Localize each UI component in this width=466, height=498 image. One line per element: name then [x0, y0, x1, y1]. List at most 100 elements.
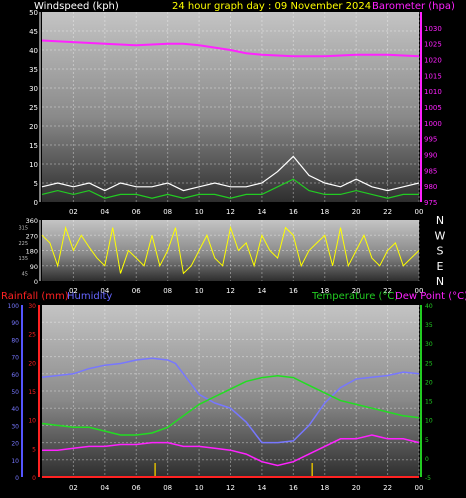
x-tick-label: 18 — [320, 484, 329, 492]
y-tick-label-direction: 360 — [26, 217, 38, 225]
dewpoint-label: Dew Point (°C) — [395, 291, 466, 302]
y-tick-label-direction: 180 — [26, 248, 38, 256]
x-tick-label: 10 — [195, 287, 204, 295]
compass-label: S — [437, 245, 444, 258]
y-tick-label-humidity: 0 — [15, 475, 19, 482]
x-tick-label: 16 — [289, 484, 298, 492]
y-tick-label-barometer: 1010 — [424, 88, 442, 96]
x-tick-label: 00 — [415, 208, 424, 216]
y-tick-label-direction-minor: 225 — [18, 241, 28, 247]
x-tick-label: 10 — [195, 208, 204, 216]
y-tick-label-direction: 270 — [26, 232, 38, 240]
x-tick-label: 08 — [163, 208, 172, 216]
y-tick-label-wind: 25 — [29, 104, 38, 112]
y-tick-label-humidity: 20 — [11, 441, 19, 448]
barometer-label: Barometer (hpa) — [372, 1, 455, 12]
y-tick-label-wind: 40 — [29, 47, 38, 55]
x-tick-label: 22 — [383, 484, 392, 492]
windspeed-label: Windspeed (kph) — [34, 1, 119, 12]
y-tick-label-direction-minor: 315 — [18, 226, 28, 232]
y-tick-label-rainfall: 15 — [28, 389, 36, 396]
y-tick-label-temperature: 35 — [425, 322, 433, 329]
x-tick-label: 06 — [132, 484, 141, 492]
y-tick-label-humidity: 100 — [8, 303, 20, 310]
compass-label: N — [436, 214, 444, 227]
y-tick-label-barometer: 980 — [424, 183, 437, 191]
y-tick-label-humidity: 80 — [11, 337, 19, 344]
y-tick-label-wind: 5 — [34, 180, 38, 188]
y-tick-label-barometer: 1015 — [424, 72, 442, 80]
x-tick-label: 08 — [163, 287, 172, 295]
y-tick-label-temperature: 15 — [425, 399, 433, 406]
y-tick-label-barometer: 1020 — [424, 57, 442, 65]
y-tick-label-barometer: 1000 — [424, 120, 442, 128]
y-tick-label-temperature: 5 — [425, 437, 429, 444]
y-tick-label-temperature: -5 — [425, 475, 431, 482]
x-tick-label: 14 — [257, 484, 266, 492]
y-tick-label-humidity: 30 — [11, 423, 19, 430]
compass-label: W — [435, 229, 446, 242]
x-tick-label: 02 — [69, 208, 78, 216]
y-tick-label-temperature: 40 — [425, 303, 433, 310]
y-tick-label-barometer: 990 — [424, 152, 437, 160]
weather-graph: Windspeed (kph) 24 hour graph day : 09 N… — [1, 1, 466, 492]
y-tick-label-barometer: 985 — [424, 167, 437, 175]
y-tick-label-rainfall: 5 — [32, 446, 36, 453]
x-tick-label: 12 — [226, 287, 235, 295]
y-tick-label-humidity: 10 — [11, 458, 19, 465]
x-tick-label: 08 — [163, 484, 172, 492]
y-tick-label-humidity: 60 — [11, 372, 19, 379]
chart-title: 24 hour graph day : 09 November 2024 — [172, 1, 371, 12]
compass-label: N — [436, 275, 444, 288]
x-tick-label: 12 — [226, 208, 235, 216]
y-tick-label-direction: 0 — [34, 278, 38, 286]
x-tick-label: 10 — [195, 484, 204, 492]
y-tick-label-wind: 10 — [29, 161, 38, 169]
y-tick-label-rainfall: 30 — [28, 303, 36, 310]
x-tick-label: 14 — [257, 287, 266, 295]
y-tick-label-humidity: 70 — [11, 355, 19, 362]
y-tick-label-humidity: 50 — [11, 389, 19, 396]
y-tick-label-rainfall: 20 — [28, 360, 36, 367]
x-tick-label: 20 — [352, 208, 361, 216]
y-tick-label-wind: 50 — [29, 9, 38, 17]
x-tick-label: 00 — [415, 484, 424, 492]
y-tick-label-wind: 20 — [29, 123, 38, 131]
y-tick-label-rainfall: 10 — [28, 418, 36, 425]
y-tick-label-barometer: 1030 — [424, 25, 442, 33]
y-tick-label-wind: 0 — [34, 199, 38, 207]
temperature-label: Temperature (°C) — [311, 291, 398, 302]
x-tick-label: 18 — [320, 208, 329, 216]
y-tick-label-rainfall: 25 — [28, 332, 36, 339]
humidity-label: Humidity — [67, 291, 112, 302]
y-tick-label-wind: 30 — [29, 85, 38, 93]
y-tick-label-temperature: 0 — [425, 456, 429, 463]
y-tick-label-direction-minor: 135 — [18, 256, 28, 262]
y-tick-label-direction-minor: 45 — [22, 271, 28, 277]
x-tick-label: 16 — [289, 287, 298, 295]
x-tick-label: 16 — [289, 208, 298, 216]
y-tick-label-barometer: 995 — [424, 136, 437, 144]
x-tick-label: 20 — [352, 484, 361, 492]
compass-label: E — [437, 260, 444, 273]
x-tick-label: 04 — [100, 208, 109, 216]
y-tick-label-barometer: 1005 — [424, 104, 442, 112]
rainfall-label: Rainfall (mm) — [1, 291, 69, 302]
x-tick-label: 22 — [383, 208, 392, 216]
y-tick-label-rainfall: 0 — [32, 475, 36, 482]
y-tick-label-temperature: 10 — [425, 418, 433, 425]
y-tick-label-humidity: 40 — [11, 406, 19, 413]
y-tick-label-temperature: 25 — [425, 360, 433, 367]
x-tick-label: 06 — [132, 287, 141, 295]
y-tick-label-direction: 90 — [30, 263, 38, 271]
x-tick-label: 06 — [132, 208, 141, 216]
y-tick-label-temperature: 20 — [425, 379, 433, 386]
y-tick-label-humidity: 90 — [11, 320, 19, 327]
y-tick-label-barometer: 1025 — [424, 41, 442, 49]
y-tick-label-wind: 15 — [29, 142, 38, 150]
y-tick-label-temperature: 30 — [425, 341, 433, 348]
y-tick-label-wind: 45 — [29, 28, 38, 36]
y-tick-label-wind: 35 — [29, 66, 38, 74]
x-tick-label: 02 — [69, 484, 78, 492]
x-tick-label: 04 — [100, 484, 109, 492]
